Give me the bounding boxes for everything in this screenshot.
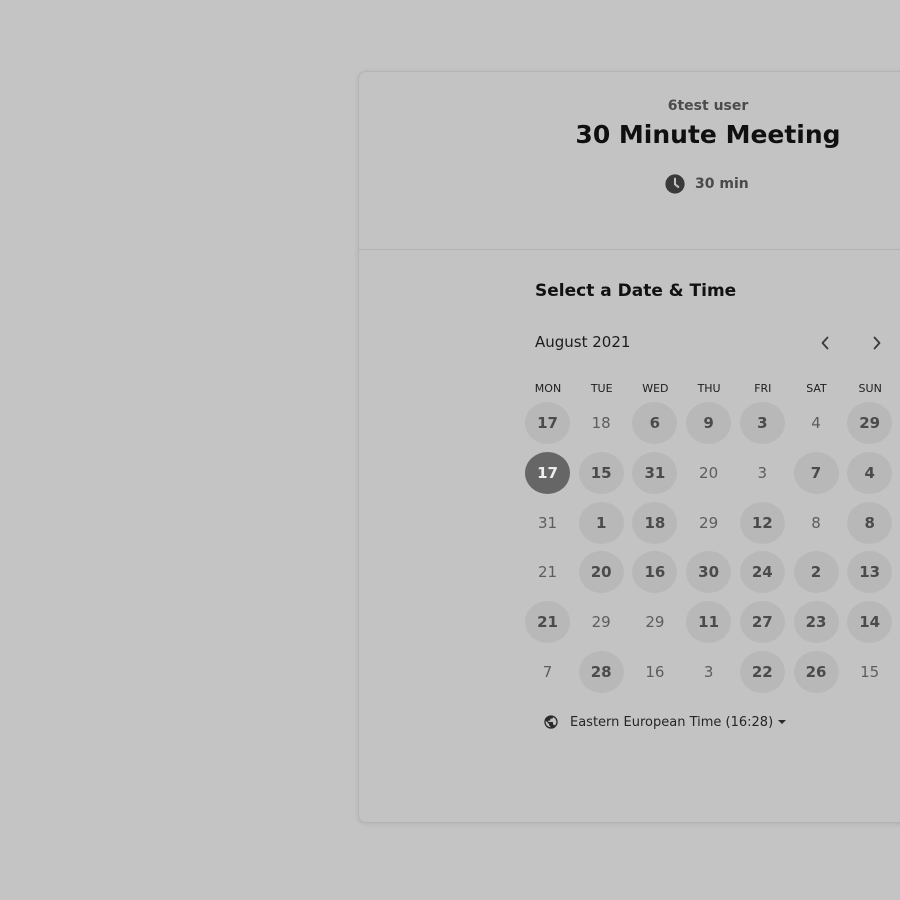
disabled-day: 7 (542, 663, 553, 681)
weekday-label: SAT (806, 382, 827, 395)
duration-label: 30 min (695, 176, 749, 192)
available-day[interactable]: 27 (739, 601, 785, 644)
clock-icon (665, 174, 685, 194)
weekday-label: THU (697, 382, 721, 395)
available-day[interactable]: 30 (686, 551, 732, 594)
globe-icon (544, 715, 558, 729)
weekday-label: MON (534, 382, 562, 395)
available-day[interactable]: 24 (739, 551, 785, 594)
available-day[interactable]: 6 (632, 402, 678, 444)
available-day[interactable]: 2 (793, 551, 839, 594)
disabled-day: 16 (645, 663, 665, 681)
event-header: 6test user 30 Minute Meeting 30 min (359, 72, 900, 250)
available-day[interactable]: 26 (793, 651, 839, 693)
disabled-day: 29 (645, 613, 665, 632)
available-day[interactable]: 13 (847, 551, 893, 594)
section-title: Select a Date & Time (535, 281, 737, 301)
weekday-label: FRI (754, 382, 772, 395)
available-day[interactable]: 12 (739, 501, 785, 544)
next-month-button[interactable] (865, 331, 889, 355)
available-day[interactable]: 9 (686, 402, 732, 444)
booking-card: 6test user 30 Minute Meeting 30 min Sele… (358, 71, 900, 823)
disabled-day: 3 (703, 663, 714, 681)
available-day[interactable]: 23 (793, 601, 839, 644)
disabled-day: 4 (811, 414, 821, 432)
month-label: August 2021 (535, 333, 631, 351)
disabled-day: 15 (860, 663, 880, 681)
timezone-label: Eastern European Time (16:28) (570, 714, 774, 730)
available-day[interactable]: 8 (847, 501, 893, 544)
available-day[interactable]: 18 (632, 501, 678, 544)
available-day[interactable]: 17 (525, 402, 570, 444)
available-day[interactable]: 3 (739, 402, 785, 444)
available-day[interactable]: 15 (578, 451, 624, 494)
selected-day[interactable]: 17 (525, 451, 570, 494)
available-day[interactable]: 4 (847, 451, 893, 494)
available-day[interactable]: 21 (525, 601, 570, 644)
available-day[interactable]: 29 (847, 402, 893, 444)
available-day[interactable]: 11 (686, 601, 732, 644)
event-duration: 30 min (664, 173, 749, 195)
weekday-label: WED (642, 382, 669, 395)
disabled-day: 29 (699, 513, 719, 532)
disabled-day: 3 (757, 463, 768, 482)
previous-month-button[interactable] (813, 331, 837, 355)
available-day[interactable]: 16 (632, 551, 678, 594)
event-title: 30 Minute Meeting (575, 120, 841, 149)
available-day[interactable]: 7 (793, 451, 839, 494)
disabled-day: 31 (537, 513, 558, 532)
timezone-selector[interactable]: Eastern European Time (16:28) (543, 714, 787, 730)
disabled-day: 20 (699, 463, 719, 482)
disabled-day: 8 (811, 513, 821, 532)
disabled-day: 18 (591, 414, 611, 432)
weekday-label: TUE (590, 382, 613, 395)
chevron-right-icon (873, 336, 881, 350)
caret-down-icon (778, 720, 787, 724)
chevron-left-icon (821, 336, 829, 350)
disabled-day: 29 (591, 613, 611, 632)
available-day[interactable]: 14 (847, 601, 893, 644)
weekday-label: SUN (858, 382, 882, 395)
available-day[interactable]: 22 (739, 651, 785, 693)
available-day[interactable]: 20 (578, 551, 624, 594)
event-owner: 6test user (667, 98, 749, 114)
available-day[interactable]: 28 (578, 651, 624, 693)
available-day[interactable]: 1 (578, 501, 624, 544)
available-day[interactable]: 31 (632, 451, 678, 494)
disabled-day: 21 (537, 563, 558, 582)
